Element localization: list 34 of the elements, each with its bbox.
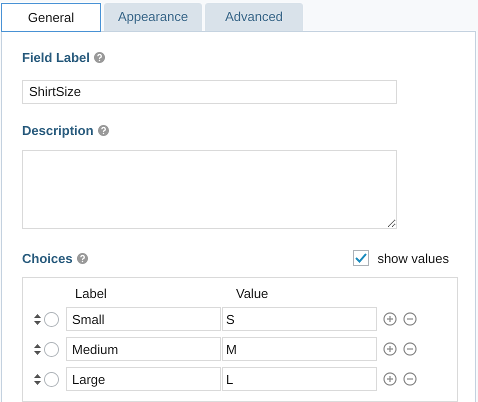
- drag-handle-icon[interactable]: [34, 344, 41, 354]
- text-field[interactable]: ShirtSize: [22, 80, 397, 104]
- help-icon[interactable]: [98, 125, 109, 136]
- value-field[interactable]: M: [222, 337, 377, 361]
- remove-icon[interactable]: [403, 372, 417, 386]
- description-field[interactable]: [22, 150, 397, 228]
- tab[interactable]: Advanced: [205, 3, 303, 31]
- tab[interactable]: General: [1, 3, 101, 32]
- label-field[interactable]: Large: [66, 367, 221, 391]
- value-field[interactable]: L: [222, 367, 377, 391]
- field-label: Description: [22, 122, 94, 140]
- column-header: Label: [75, 285, 108, 304]
- column-header: Value: [236, 285, 268, 304]
- add-icon[interactable]: [383, 372, 397, 386]
- checkbox[interactable]: [353, 250, 370, 266]
- label-field[interactable]: Medium: [66, 337, 221, 361]
- field-label: Field Label: [22, 49, 90, 67]
- drag-handle-icon[interactable]: [34, 374, 41, 384]
- add-icon[interactable]: [383, 342, 397, 356]
- radio-button[interactable]: [44, 372, 59, 386]
- radio-button[interactable]: [44, 342, 59, 356]
- check-icon: [355, 253, 368, 264]
- value-field[interactable]: S: [222, 307, 377, 331]
- help-icon[interactable]: [76, 252, 88, 264]
- field-label: Choices: [22, 250, 73, 268]
- label-field[interactable]: Small: [66, 307, 221, 331]
- help-icon[interactable]: [94, 52, 105, 64]
- add-icon[interactable]: [383, 312, 397, 326]
- checkbox-label: show values: [377, 250, 449, 268]
- radio-button[interactable]: [44, 312, 59, 326]
- remove-icon[interactable]: [403, 312, 417, 326]
- drag-handle-icon[interactable]: [34, 314, 41, 324]
- remove-icon[interactable]: [403, 342, 417, 356]
- tab[interactable]: Appearance: [104, 3, 202, 31]
